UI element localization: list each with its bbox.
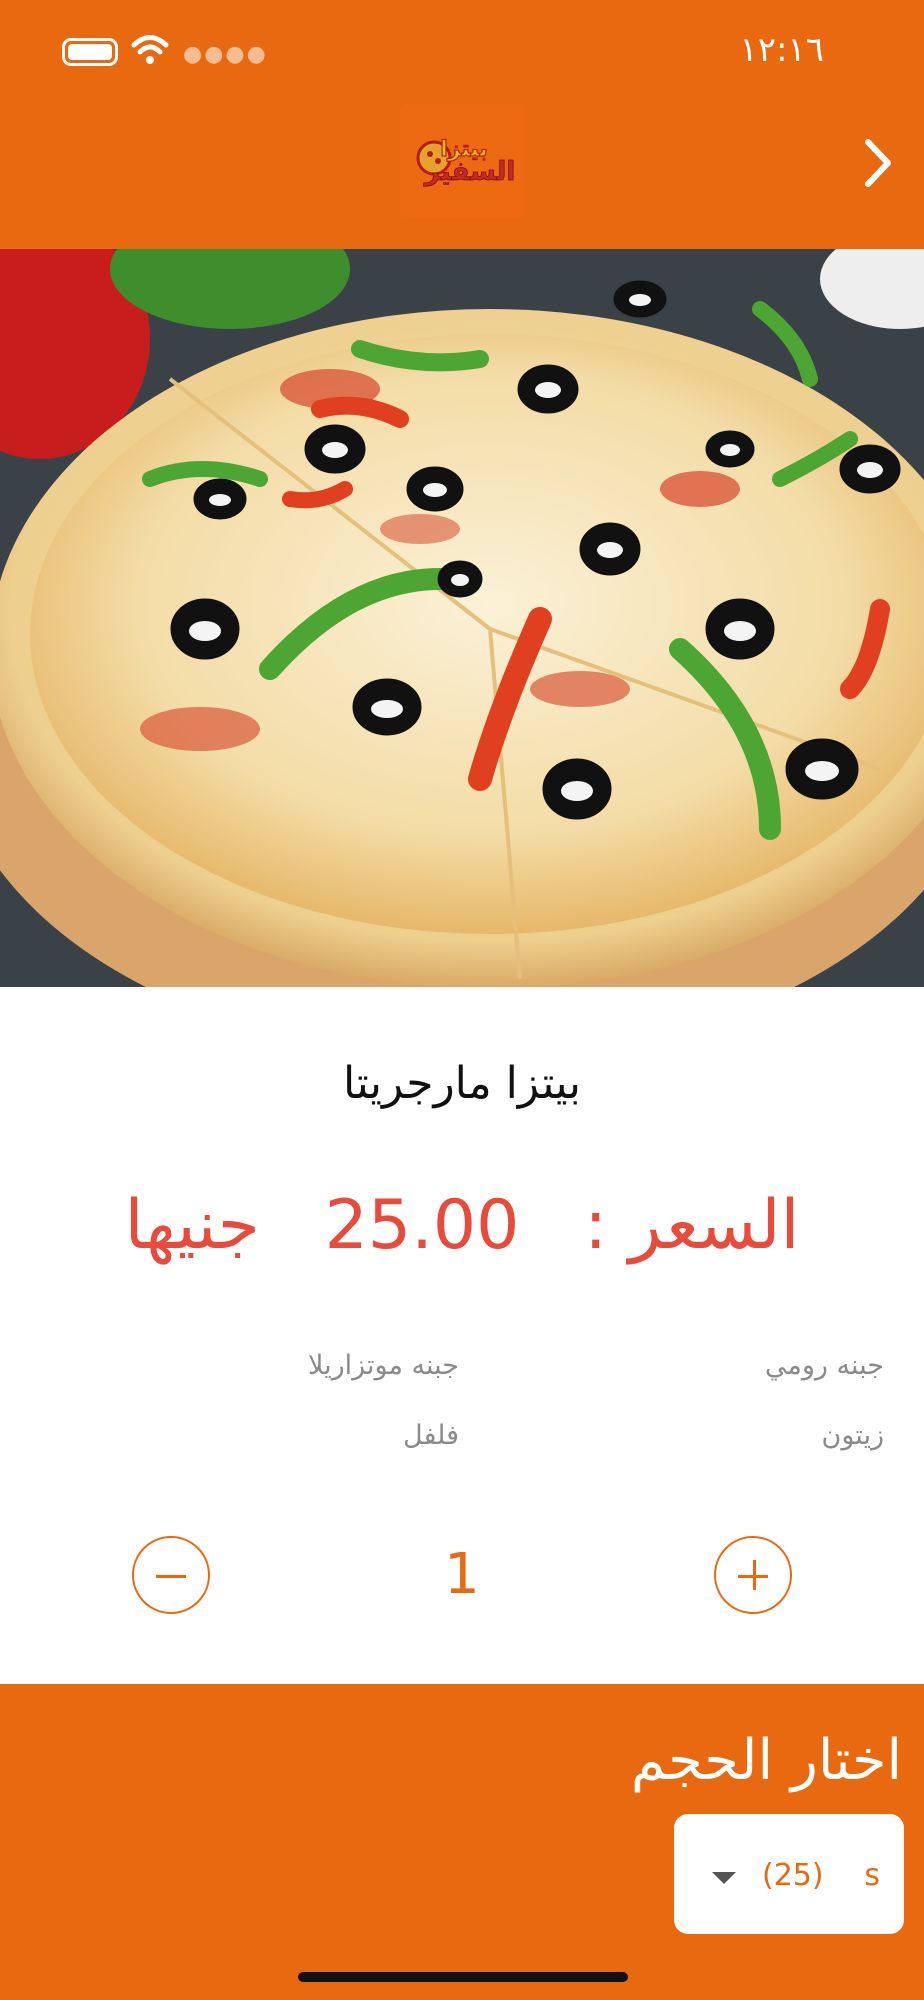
app-header: ●●●● ١٢:١٦ بيتزا السفير (0, 0, 924, 249)
increase-quantity-button[interactable] (714, 1536, 792, 1614)
status-time: ١٢:١٦ (739, 30, 824, 70)
home-indicator (298, 1972, 628, 1982)
wifi-icon (131, 35, 169, 64)
price-currency: جنيها (124, 1186, 260, 1265)
ingredient-item: جبنه رومي (764, 1350, 884, 1381)
ingredient-item: جبنه موتزاريلا (307, 1350, 459, 1381)
selected-size-price: (25) (762, 1858, 824, 1893)
back-chevron-icon[interactable] (858, 136, 898, 190)
svg-text:السفير: السفير (423, 157, 516, 187)
size-title: اختار الحجم (630, 1728, 902, 1793)
size-dropdown[interactable]: s (25) (674, 1814, 904, 1934)
price-value: 25.00 (324, 1186, 520, 1265)
dropdown-caret-icon (712, 1872, 736, 1884)
decrease-quantity-button[interactable] (132, 1536, 210, 1614)
product-image (0, 249, 924, 987)
size-panel: اختار الحجم s (25) (0, 1684, 924, 2000)
price-label: السعر : (584, 1186, 800, 1265)
app-logo: بيتزا السفير (400, 104, 524, 218)
ingredient-item: فلفل (403, 1420, 459, 1451)
quantity-value: 1 (444, 1542, 480, 1607)
battery-icon (62, 38, 118, 66)
selected-size: s (864, 1858, 880, 1893)
signal-icon: ●●●● (183, 42, 268, 67)
ingredient-item: زيتون (821, 1420, 884, 1451)
product-name: بيتزا مارجريتا (343, 1058, 581, 1109)
price-line: السعر : 25.00 جنيها (0, 1186, 924, 1265)
